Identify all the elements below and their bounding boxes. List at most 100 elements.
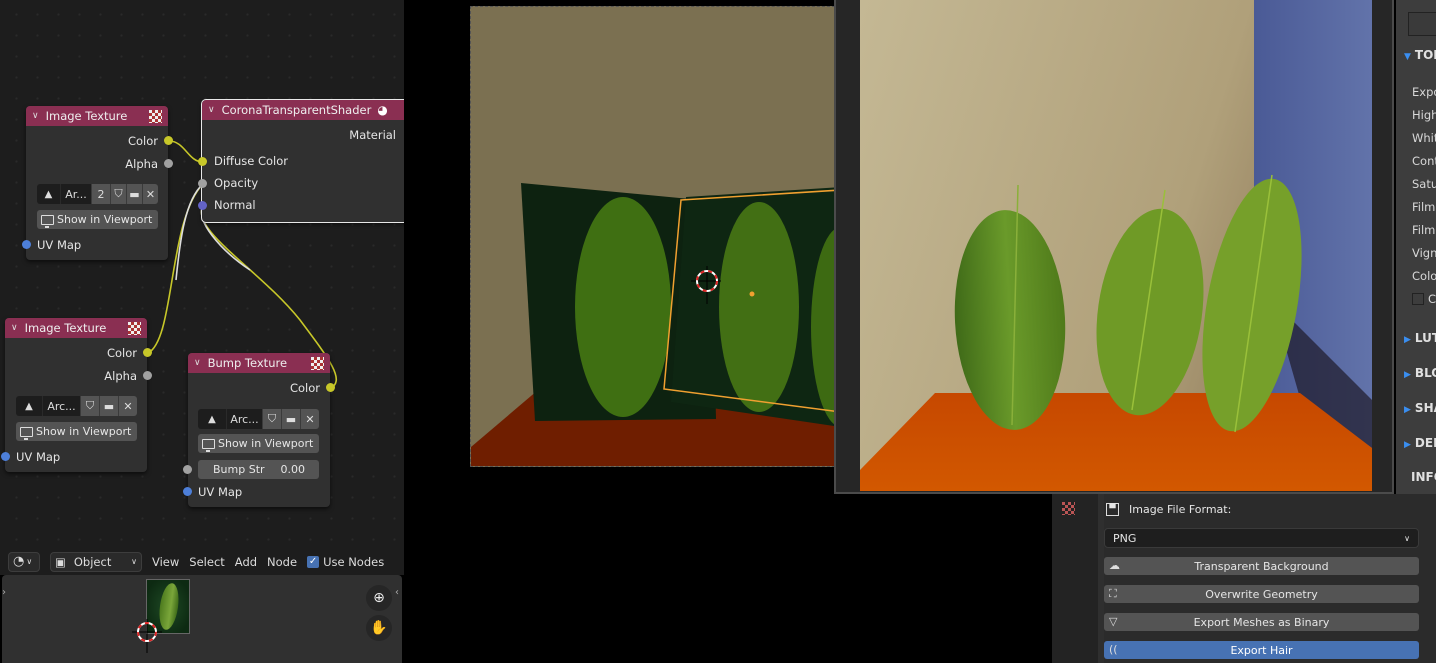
node-header[interactable]: ∨ Image Texture (5, 318, 147, 338)
image-name-field[interactable]: Arc... (227, 409, 262, 429)
setting-color[interactable]: Colo (1412, 269, 1436, 283)
chevron-down-icon[interactable]: ∨ (11, 323, 18, 333)
image-selector[interactable]: ▲ Ar... 2 ⛉ ▬ ✕ (37, 184, 158, 204)
section-label: TON (1414, 48, 1436, 62)
section-lut[interactable]: ▶ LUT (1404, 331, 1436, 345)
image-browse-icon[interactable]: ▲ (198, 409, 227, 429)
bump-strength-field[interactable]: Bump Str 0.00 (198, 460, 319, 479)
section-label: BLO (1414, 366, 1436, 380)
fake-user-shield-icon[interactable]: ⛉ (262, 409, 281, 429)
folder-icon[interactable]: ▬ (281, 409, 300, 429)
users-count[interactable]: 2 (91, 184, 110, 204)
transparent-background-button[interactable]: ☁ Transparent Background (1104, 557, 1419, 575)
setting-highlight[interactable]: High (1412, 108, 1436, 122)
setting-checkbox[interactable]: C (1412, 292, 1436, 306)
section-label: DEN (1414, 436, 1436, 450)
socket-uv-in[interactable] (183, 487, 192, 496)
image-selector[interactable]: ▲ Arc... ⛉ ▬ ✕ (198, 409, 319, 429)
socket-bump-in[interactable] (183, 465, 192, 474)
zoom-in-icon[interactable]: ⊕ (366, 585, 392, 611)
checkbox-label: C (1428, 292, 1436, 306)
button-label: Show in Viewport (218, 437, 314, 450)
setting-filmic-2[interactable]: Film (1412, 223, 1435, 237)
transparent-bg-icon: ☁ (1109, 559, 1120, 572)
bump-texture-node[interactable]: ∨ Bump Texture Color ▲ Arc... ⛉ ▬ ✕ Show… (188, 353, 330, 507)
pan-hand-icon[interactable]: ✋ (366, 615, 392, 641)
expand-left-icon[interactable]: › (2, 587, 6, 598)
socket-uv-in[interactable] (1, 452, 10, 461)
image-name-field[interactable]: Ar... (61, 184, 91, 204)
node-editor-backdrop[interactable]: › ⊕ ✋ ‹ (2, 575, 402, 663)
socket-diffuse-in[interactable] (198, 157, 207, 166)
3d-viewport[interactable] (404, 0, 834, 663)
close-icon[interactable]: ✕ (300, 409, 319, 429)
show-in-viewport-button[interactable]: Show in Viewport (16, 422, 137, 441)
socket-color-out[interactable] (164, 136, 173, 145)
node-header[interactable]: ∨ CoronaTransparentShader ◕ (202, 100, 404, 120)
setting-saturation[interactable]: Satu (1412, 177, 1436, 191)
socket-normal-in[interactable] (198, 201, 207, 210)
section-info[interactable]: INFO (1411, 470, 1436, 484)
section-label: SHA (1414, 401, 1436, 415)
socket-uv-in[interactable] (22, 240, 31, 249)
section-denoise[interactable]: ▶DEN (1404, 436, 1436, 450)
image-file-format-label: Image File Format: (1129, 503, 1232, 516)
show-in-viewport-button[interactable]: Show in Viewport (198, 434, 319, 453)
texture-tab-icon[interactable] (1062, 502, 1075, 515)
export-hair-button[interactable]: ((Export Hair (1104, 641, 1419, 659)
fake-user-shield-icon[interactable]: ⛉ (80, 396, 99, 416)
socket-color-out[interactable] (143, 348, 152, 357)
setting-vignette[interactable]: Vign (1412, 246, 1436, 260)
setting-contrast[interactable]: Cont (1412, 154, 1436, 168)
image-browse-icon[interactable]: ▲ (16, 396, 43, 416)
section-bloom[interactable]: ▶BLO (1404, 366, 1436, 380)
setting-white-balance[interactable]: Whit (1412, 131, 1436, 145)
chevron-down-icon[interactable]: ∨ (194, 358, 201, 368)
menu-select[interactable]: Select (189, 555, 224, 569)
socket-opacity-in[interactable] (198, 179, 207, 188)
export-panel: ▀ Image File Format: PNG ∨ ☁ Transparent … (1052, 494, 1436, 663)
image-name-field[interactable]: Arc... (43, 396, 80, 416)
collapsed-triangle-icon: ▶ (1404, 405, 1411, 415)
menu-add[interactable]: Add (235, 555, 257, 569)
editor-type-button[interactable]: ◔ ∨ (8, 551, 40, 572)
chevron-down-icon[interactable]: ∨ (208, 105, 215, 115)
render-settings-panel: ▼TON Expo High Whit Cont Satu Film Film … (1396, 0, 1436, 494)
node-header[interactable]: ∨ Bump Texture (188, 353, 330, 373)
image-texture-node-2[interactable]: ∨ Image Texture Color Alpha ▲ Arc... ⛉ ▬… (5, 318, 147, 472)
export-meshes-binary-button[interactable]: ▽ Export Meshes as Binary (1104, 613, 1419, 631)
menu-node[interactable]: Node (267, 555, 297, 569)
image-file-format-dropdown[interactable]: PNG ∨ (1104, 528, 1419, 548)
overwrite-geometry-button[interactable]: ⛶ Overwrite Geometry (1104, 585, 1419, 603)
section-sharpen[interactable]: ▶SHA (1404, 401, 1436, 415)
output-label: Alpha (104, 369, 137, 383)
section-tone-mapping[interactable]: ▼TON (1404, 48, 1436, 62)
socket-alpha-out[interactable] (164, 159, 173, 168)
image-texture-node-1[interactable]: ∨ Image Texture Color Alpha ▲ Ar... 2 ⛉ … (26, 106, 168, 260)
node-editor[interactable]: ∨ Image Texture Color Alpha ▲ Ar... 2 ⛉ … (0, 0, 404, 575)
socket-alpha-out[interactable] (143, 371, 152, 380)
folder-icon[interactable]: ▬ (99, 396, 118, 416)
output-label: Color (289, 381, 320, 395)
collapse-right-icon[interactable]: ‹ (395, 587, 399, 598)
render-window[interactable] (834, 0, 1394, 494)
folder-icon[interactable]: ▬ (126, 184, 142, 204)
setting-filmic-1[interactable]: Film (1412, 200, 1435, 214)
node-title: CoronaTransparentShader (221, 103, 372, 117)
chevron-down-icon[interactable]: ∨ (32, 111, 39, 121)
close-icon[interactable]: ✕ (142, 184, 158, 204)
corona-transparent-shader-node[interactable]: ∨ CoronaTransparentShader ◕ Material Dif… (201, 99, 404, 223)
object-mode-dropdown[interactable]: ▣ Object ∨ (50, 551, 142, 572)
image-browse-icon[interactable]: ▲ (37, 184, 61, 204)
settings-field[interactable] (1408, 12, 1436, 36)
socket-color-out[interactable] (326, 383, 335, 392)
use-nodes-checkbox[interactable]: ✓ Use Nodes (307, 555, 384, 569)
show-in-viewport-button[interactable]: Show in Viewport (37, 210, 158, 229)
image-selector[interactable]: ▲ Arc... ⛉ ▬ ✕ (16, 396, 137, 416)
node-header[interactable]: ∨ Image Texture (26, 106, 168, 126)
node-title: Image Texture (24, 321, 107, 335)
menu-view[interactable]: View (152, 555, 179, 569)
setting-exposure[interactable]: Expo (1412, 85, 1436, 99)
fake-user-shield-icon[interactable]: ⛉ (110, 184, 126, 204)
close-icon[interactable]: ✕ (118, 396, 137, 416)
